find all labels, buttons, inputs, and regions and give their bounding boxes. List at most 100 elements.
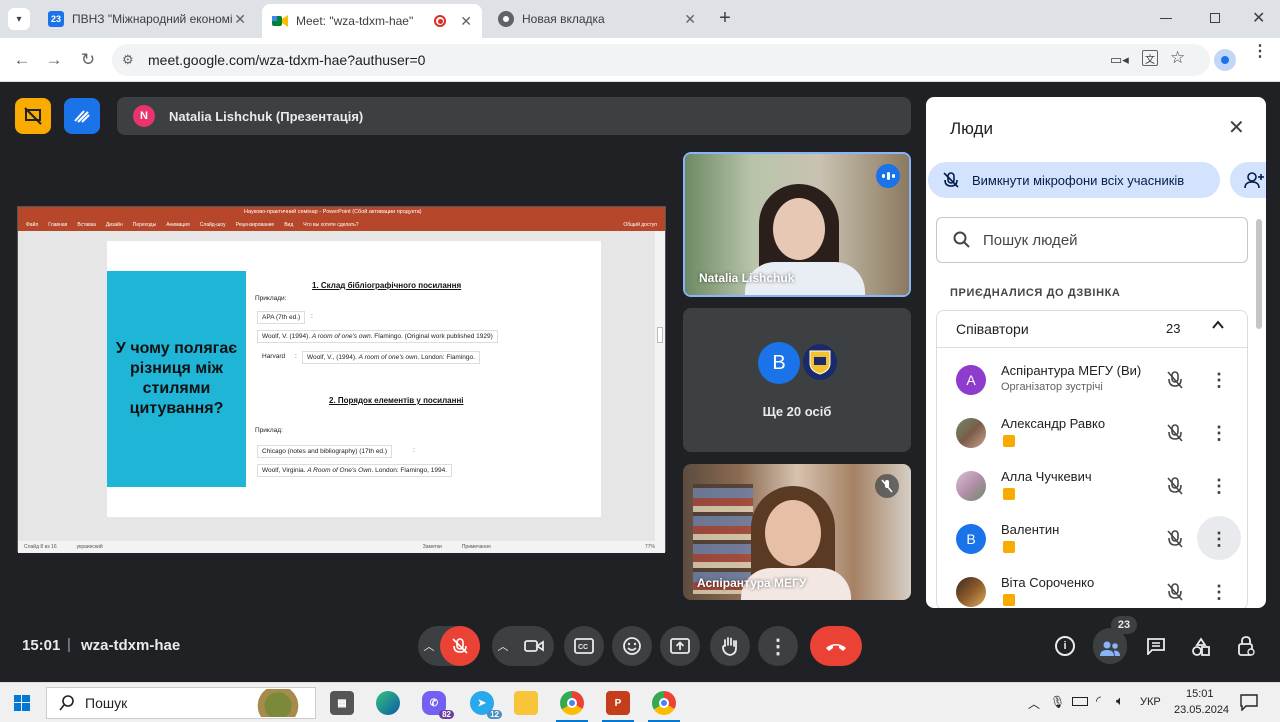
emoji-button[interactable] bbox=[612, 626, 652, 666]
status-slide: Слайд 8 из 16 bbox=[24, 544, 57, 550]
wifi-icon[interactable]: ◜ bbox=[1096, 693, 1101, 709]
forward-icon[interactable]: → bbox=[42, 48, 66, 72]
powerpoint-icon[interactable]: P bbox=[606, 691, 630, 715]
browser-tab-new[interactable]: Новая вкладка ✕ bbox=[488, 0, 706, 38]
participant-tile-self[interactable]: Аспірантура МЕГУ bbox=[683, 464, 911, 600]
new-tab-button[interactable]: + bbox=[714, 8, 736, 30]
camera-toggle-button[interactable] bbox=[514, 626, 554, 666]
group-label: Співавтори bbox=[956, 321, 1029, 337]
mic-off-icon[interactable] bbox=[1164, 475, 1186, 497]
ribbon-tab: Дизайн bbox=[105, 222, 123, 228]
file-explorer-icon[interactable] bbox=[514, 691, 538, 715]
profile-icon[interactable] bbox=[1214, 49, 1236, 71]
panel-scrollbar[interactable] bbox=[1256, 219, 1262, 329]
ribbon-tab: Файл bbox=[26, 222, 39, 228]
edge-icon[interactable] bbox=[376, 691, 400, 715]
slide-question-box: У чому полягає різниця між стилями цитув… bbox=[107, 271, 246, 487]
windows-start-icon[interactable] bbox=[14, 695, 30, 711]
participant-tile-more[interactable]: B Ще 20 осіб bbox=[683, 308, 911, 452]
chrome-profile-icon[interactable] bbox=[652, 691, 676, 715]
participant-tile-natalia[interactable]: Natalia Lishchuk bbox=[683, 152, 911, 297]
meeting-details-icon[interactable]: i bbox=[1055, 636, 1075, 656]
mic-off-icon[interactable] bbox=[1164, 581, 1186, 603]
add-people-button[interactable] bbox=[1230, 162, 1266, 198]
viber-icon[interactable]: ✆ 82 bbox=[422, 691, 454, 719]
chevron-up-icon[interactable] bbox=[1211, 318, 1225, 332]
host-controls-icon[interactable] bbox=[1236, 635, 1256, 662]
restore-icon[interactable] bbox=[1210, 13, 1220, 23]
tray-overflow-icon[interactable]: ︿ bbox=[1028, 695, 1040, 712]
taskbar-search-box[interactable]: Пошук bbox=[46, 687, 316, 719]
tab-close-icon[interactable]: ✕ bbox=[234, 11, 246, 28]
more-options-icon[interactable]: ⋮ bbox=[1208, 473, 1230, 499]
captions-button[interactable]: CC bbox=[564, 626, 604, 666]
keyboard-language[interactable]: УКР bbox=[1140, 696, 1161, 708]
participant-row[interactable]: B Валентин ⋮ bbox=[926, 514, 1266, 567]
participant-row[interactable]: Александр Равко ⋮ bbox=[926, 408, 1266, 461]
more-options-button[interactable]: ⋮ bbox=[758, 626, 798, 666]
presenting-badge-icon bbox=[1003, 541, 1015, 553]
mic-off-icon[interactable] bbox=[1164, 528, 1186, 550]
more-options-icon[interactable]: ⋮ bbox=[1208, 579, 1230, 605]
translate-icon[interactable]: 文 bbox=[1142, 50, 1158, 66]
hide-presentation-button[interactable] bbox=[15, 98, 51, 134]
chrome-icon[interactable] bbox=[560, 691, 584, 715]
back-icon[interactable]: ← bbox=[10, 48, 34, 72]
ppt-scrollbar[interactable] bbox=[655, 231, 665, 541]
participant-row[interactable]: Алла Чучкевич ⋮ bbox=[926, 461, 1266, 514]
tab-close-icon[interactable]: ✕ bbox=[460, 13, 472, 30]
tab-search-button[interactable]: ▾ bbox=[8, 8, 30, 30]
tab-title: Meet: "wza-tdxm-hae" bbox=[296, 14, 414, 28]
raise-hand-button[interactable] bbox=[710, 626, 750, 666]
more-options-icon[interactable]: ⋮ bbox=[1208, 367, 1230, 393]
notifications-icon[interactable] bbox=[1240, 693, 1258, 716]
meet-stage: N Natalia Lishchuk (Презентація) Науково… bbox=[0, 82, 1280, 682]
camera-in-use-icon[interactable]: ▭◂ bbox=[1110, 52, 1129, 68]
microphone-tray-icon[interactable]: 🎙︎ bbox=[1050, 695, 1065, 709]
participant-row[interactable]: Віта Сороченко ⋮ bbox=[926, 567, 1266, 608]
telegram-icon[interactable]: ➤ 12 bbox=[470, 691, 502, 719]
status-notes: Заметки bbox=[422, 544, 442, 550]
present-screen-button[interactable] bbox=[660, 626, 700, 666]
ppt-scrollbar-thumb[interactable] bbox=[657, 327, 663, 343]
chrome-menu-icon[interactable]: ⋮ bbox=[1252, 44, 1268, 60]
contributors-header[interactable]: Співавтори 23 bbox=[936, 310, 1248, 348]
volume-icon[interactable]: 🔈︎ bbox=[1116, 693, 1124, 709]
participant-row[interactable]: A Аспірантура МЕГУ (Ви) Організатор зуст… bbox=[926, 355, 1266, 408]
address-bar[interactable]: ⚙ meet.google.com/wza-tdxm-hae?authuser=… bbox=[112, 44, 1210, 76]
mic-off-icon[interactable] bbox=[1164, 422, 1186, 444]
clock-time[interactable]: 15:01 bbox=[1186, 688, 1214, 700]
site-info-icon[interactable]: ⚙ bbox=[122, 52, 134, 68]
meeting-time: 15:01 bbox=[22, 637, 61, 654]
bookmark-star-icon[interactable]: ☆ bbox=[1170, 48, 1185, 68]
audio-settings-chevron-icon[interactable]: ︿ bbox=[418, 638, 440, 654]
mic-off-icon[interactable] bbox=[1164, 369, 1186, 391]
ppt-statusbar: Слайд 8 из 16 украинский Заметки Примеча… bbox=[18, 541, 665, 553]
calculator-icon[interactable]: ▦ bbox=[330, 691, 354, 715]
ppt-ribbon: Файл Главная Вставка Дизайн Переходы Ани… bbox=[18, 219, 665, 231]
tab-title: ПВНЗ "Міжнародний економі bbox=[72, 12, 232, 26]
annotate-button[interactable] bbox=[64, 98, 100, 134]
browser-tab-university[interactable]: 23 ПВНЗ "Міжнародний економі ✕ bbox=[38, 0, 256, 38]
browser-tab-meet[interactable]: Meet: "wza-tdxm-hae" ✕ bbox=[262, 4, 482, 38]
clock-date[interactable]: 23.05.2024 bbox=[1174, 704, 1229, 716]
activities-icon[interactable] bbox=[1191, 637, 1211, 662]
video-settings-chevron-icon[interactable]: ︿ bbox=[492, 638, 514, 654]
mic-toggle-button[interactable] bbox=[440, 626, 480, 666]
battery-icon[interactable] bbox=[1072, 697, 1088, 706]
mute-all-button[interactable]: Вимкнути мікрофони всіх учасників bbox=[928, 162, 1220, 198]
leave-call-button[interactable] bbox=[810, 626, 862, 666]
telegram-badge: 12 bbox=[487, 710, 502, 719]
minimize-icon[interactable] bbox=[1160, 18, 1172, 19]
ribbon-tab: Вставка bbox=[77, 222, 96, 228]
more-options-icon[interactable]: ⋮ bbox=[1208, 420, 1230, 446]
close-panel-icon[interactable]: ✕ bbox=[1228, 115, 1245, 140]
people-search-input[interactable]: Пошук людей bbox=[936, 217, 1248, 263]
tab-close-icon[interactable]: ✕ bbox=[684, 11, 696, 28]
more-options-icon[interactable]: ⋮ bbox=[1208, 526, 1230, 552]
reload-icon[interactable]: ↻ bbox=[76, 48, 100, 72]
close-window-icon[interactable]: ✕ bbox=[1252, 8, 1265, 28]
chat-icon[interactable] bbox=[1146, 637, 1166, 660]
apa-example-title: A room of one's own bbox=[311, 333, 371, 340]
url-text: meet.google.com/wza-tdxm-hae?authuser=0 bbox=[148, 52, 426, 68]
